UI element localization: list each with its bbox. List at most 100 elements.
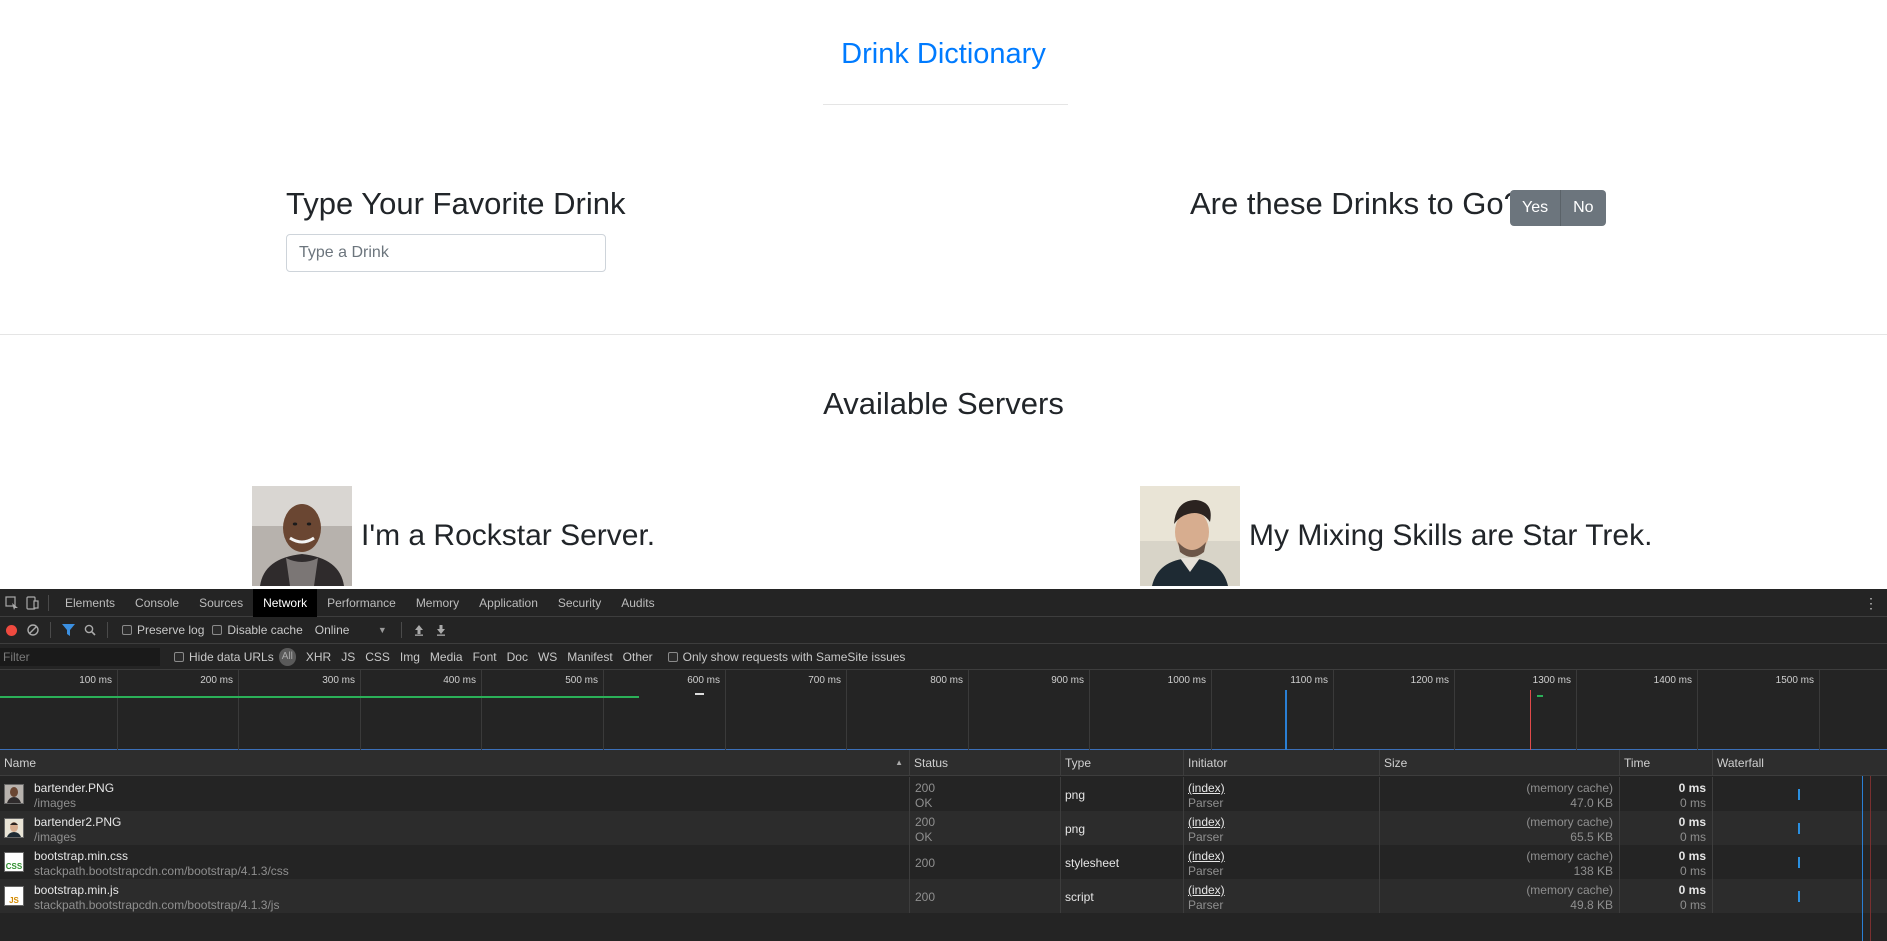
- column-label: Time: [1624, 756, 1651, 770]
- table-row[interactable]: JS bootstrap.min.js stackpath.bootstrapcdn…: [0, 879, 1887, 913]
- tab-memory[interactable]: Memory: [406, 589, 469, 617]
- status-code: 200: [915, 781, 936, 795]
- table-row[interactable]: bartender.PNG/images 200 OK png (index) Pa…: [0, 777, 1887, 811]
- filter-css-button[interactable]: CSS: [360, 648, 395, 666]
- overview-gridline: [1333, 670, 1334, 750]
- overview-tick-label: 700 ms: [808, 675, 841, 686]
- overview-domcontentloaded-line: [1285, 690, 1287, 750]
- initiator-link[interactable]: (index): [1188, 815, 1225, 829]
- brand-link[interactable]: Drink Dictionary: [0, 38, 1887, 71]
- column-header-name[interactable]: Name ▲: [0, 750, 910, 776]
- filter-xhr-button[interactable]: XHR: [301, 648, 336, 666]
- initiator-sub: Parser: [1188, 864, 1224, 878]
- tab-network[interactable]: Network: [253, 589, 318, 617]
- tab-console[interactable]: Console: [125, 589, 189, 617]
- device-toolbar-icon[interactable]: [22, 589, 42, 617]
- filter-doc-button[interactable]: Doc: [502, 648, 533, 666]
- column-label: Status: [914, 756, 949, 770]
- time-total: 0 ms: [1678, 815, 1706, 829]
- initiator-link[interactable]: (index): [1188, 781, 1225, 795]
- overview-gridline: [1576, 670, 1577, 750]
- tab-audits[interactable]: Audits: [611, 589, 664, 617]
- drink-input[interactable]: [286, 234, 606, 272]
- size-value: 138 KB: [1573, 864, 1613, 878]
- tab-performance[interactable]: Performance: [317, 589, 406, 617]
- time-latency: 0 ms: [1679, 796, 1706, 810]
- initiator-sub: Parser: [1188, 830, 1224, 844]
- filter-img-button[interactable]: Img: [395, 648, 425, 666]
- request-type: png: [1065, 788, 1086, 802]
- time-total: 0 ms: [1678, 883, 1706, 897]
- tab-sources[interactable]: Sources: [189, 589, 253, 617]
- network-toolbar: Preserve log Disable cache Online ▼: [0, 617, 1887, 644]
- disable-cache-checkbox[interactable]: Disable cache: [212, 623, 303, 637]
- samesite-checkbox[interactable]: Only show requests with SameSite issues: [667, 650, 905, 664]
- table-row[interactable]: bartender2.PNG/images 200 OK png (index) P…: [0, 811, 1887, 845]
- tab-security[interactable]: Security: [548, 589, 611, 617]
- overview-tick-label: 900 ms: [1051, 675, 1084, 686]
- column-header-time[interactable]: Time: [1620, 750, 1713, 776]
- column-header-type[interactable]: Type: [1061, 750, 1184, 776]
- filter-other-button[interactable]: Other: [618, 648, 658, 666]
- column-header-waterfall[interactable]: Waterfall: [1713, 750, 1887, 776]
- inspect-element-icon[interactable]: [2, 589, 22, 617]
- overview-gridline: [1454, 670, 1455, 750]
- hide-data-urls-checkbox[interactable]: Hide data URLs: [174, 650, 274, 664]
- more-options-icon[interactable]: ⋮: [1864, 595, 1878, 612]
- tab-application[interactable]: Application: [469, 589, 548, 617]
- overview-gridline: [1819, 670, 1820, 750]
- devtools-panel: Elements Console Sources Network Perform…: [0, 589, 1887, 941]
- clear-icon[interactable]: [22, 617, 44, 644]
- separator: [48, 594, 49, 611]
- status-text: OK: [915, 830, 933, 844]
- filter-all-button[interactable]: All: [278, 647, 296, 666]
- to-go-heading: Are these Drinks to Go?: [1190, 186, 1521, 221]
- overview-tick-label: 1200 ms: [1410, 675, 1449, 686]
- no-button[interactable]: No: [1560, 190, 1606, 226]
- throttling-value: Online: [314, 623, 350, 637]
- yes-button[interactable]: Yes: [1510, 190, 1561, 226]
- request-name: bartender.PNG: [34, 781, 115, 795]
- throttling-select[interactable]: Online ▼: [315, 623, 387, 637]
- status-code: 200: [915, 815, 936, 829]
- tab-elements[interactable]: Elements: [55, 589, 125, 617]
- request-type: script: [1065, 890, 1094, 904]
- column-header-initiator[interactable]: Initiator: [1184, 750, 1380, 776]
- overview-tick-label: 600 ms: [687, 675, 720, 686]
- filter-manifest-button[interactable]: Manifest: [562, 648, 617, 666]
- sort-ascending-icon: ▲: [895, 758, 903, 767]
- size-source: (memory cache): [1526, 815, 1613, 829]
- record-icon[interactable]: [0, 617, 22, 644]
- filter-input[interactable]: [0, 647, 160, 666]
- separator: [400, 622, 402, 638]
- overview-tick-label: 200 ms: [200, 675, 233, 686]
- waterfall-bar: [1798, 891, 1800, 902]
- size-source: (memory cache): [1526, 849, 1613, 863]
- filter-icon[interactable]: [57, 617, 79, 644]
- request-name: bartender2.PNG: [34, 815, 122, 829]
- filter-js-button[interactable]: JS: [336, 648, 360, 666]
- overview-request-bar: [1537, 695, 1543, 697]
- network-overview[interactable]: 100 ms 200 ms 300 ms 400 ms 500 ms 600 ms 700 …: [0, 670, 1887, 750]
- column-header-status[interactable]: Status: [910, 750, 1061, 776]
- filter-ws-button[interactable]: WS: [533, 648, 562, 666]
- column-label: Name: [4, 756, 37, 770]
- overview-tick-label: 1000 ms: [1167, 675, 1206, 686]
- import-har-icon[interactable]: [408, 617, 430, 644]
- initiator-link[interactable]: (index): [1188, 849, 1225, 863]
- request-name: bootstrap.min.css: [34, 849, 129, 863]
- filter-font-button[interactable]: Font: [468, 648, 502, 666]
- preserve-log-checkbox[interactable]: Preserve log: [122, 623, 204, 637]
- overview-tick-label: 400 ms: [443, 675, 476, 686]
- initiator-link[interactable]: (index): [1188, 883, 1225, 897]
- column-header-size[interactable]: Size: [1380, 750, 1620, 776]
- separator: [50, 622, 51, 638]
- initiator-sub: Parser: [1188, 898, 1224, 912]
- filter-media-button[interactable]: Media: [425, 648, 468, 666]
- search-icon[interactable]: [79, 617, 101, 644]
- overview-tick-label: 800 ms: [930, 675, 963, 686]
- status-code: 200: [915, 856, 936, 870]
- table-row[interactable]: CSS bootstrap.min.css stackpath.bootstrapc…: [0, 845, 1887, 879]
- overview-gridline: [360, 670, 361, 750]
- export-har-icon[interactable]: [430, 617, 452, 644]
